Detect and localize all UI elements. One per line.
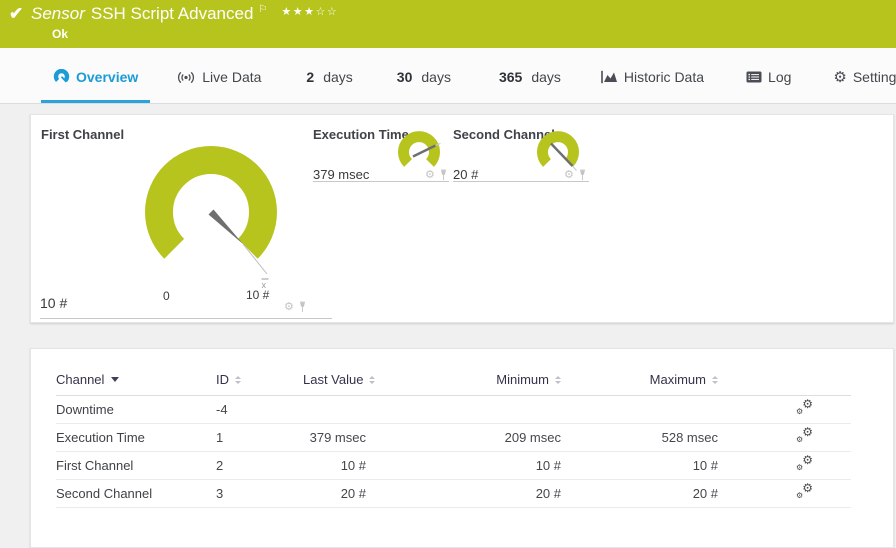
gear-icon[interactable]: ⚙ xyxy=(425,170,435,181)
first-channel-gauge: x xyxy=(145,146,277,290)
channel-maximum: 528 msec xyxy=(561,423,718,452)
tab-historic-data[interactable]: Historic Data xyxy=(589,48,716,103)
gauge-value: 10 # xyxy=(40,295,68,311)
gauge-scale-min: 0 xyxy=(163,289,170,303)
channel-id: 2 xyxy=(216,451,303,480)
area-chart-icon xyxy=(601,70,617,84)
tab-number: 2 xyxy=(306,69,315,85)
pin-icon[interactable] xyxy=(439,169,448,181)
tab-365-days[interactable]: 365 days xyxy=(487,48,573,103)
gauges-panel: First Channel x 0 10 # 10 # ⚙ Execution … xyxy=(30,114,894,323)
sort-icon xyxy=(712,375,718,384)
channel-name: Execution Time xyxy=(56,423,216,452)
gauge-tile-actions: ⚙ xyxy=(425,169,448,181)
gear-icon: ⚙ xyxy=(833,68,847,86)
channel-minimum: 209 msec xyxy=(366,423,561,452)
gear-icon[interactable]: ⚙ xyxy=(284,302,294,313)
channels-panel: Channel ID Last Value Minimum Maximum Do… xyxy=(30,348,894,548)
gauge-value: 379 msec xyxy=(313,167,370,182)
channel-id: -4 xyxy=(216,395,303,424)
channel-minimum: 10 # xyxy=(366,451,561,480)
tab-label: Overview xyxy=(76,69,139,85)
tab-label: Settings xyxy=(852,69,896,85)
table-row-first-channel: First Channel 2 10 # 10 # 10 # ⚙ ⚙ xyxy=(56,451,851,480)
flag-icon: ⚐ xyxy=(258,4,268,15)
tab-live-data[interactable]: Live Data xyxy=(164,48,273,103)
tab-2-days[interactable]: 2 days xyxy=(294,48,364,103)
sensor-header: ✔ Sensor SSH Script Advanced ⚐ ★★★☆☆ Ok xyxy=(0,0,896,48)
column-header-last-value[interactable]: Last Value xyxy=(303,363,376,396)
gauge-tile-actions: ⚙ xyxy=(284,301,307,313)
tab-number: 365 xyxy=(498,69,523,85)
channel-minimum: 20 # xyxy=(366,479,561,508)
tab-settings[interactable]: ⚙ Settings xyxy=(821,48,896,103)
tab-label: days xyxy=(323,69,353,85)
tab-label: Historic Data xyxy=(623,69,705,85)
channel-maximum xyxy=(561,395,718,424)
tab-bar: Overview Live Data 2 days 30 days 365 da… xyxy=(0,48,896,104)
sort-icon xyxy=(555,375,561,384)
table-row-second-channel: Second Channel 3 20 # 20 # 20 # ⚙ ⚙ xyxy=(56,479,851,508)
pin-icon[interactable] xyxy=(578,169,587,181)
channel-minimum xyxy=(366,395,561,424)
gauge-icon xyxy=(53,69,70,83)
tab-label: Log xyxy=(768,69,792,85)
channel-name: First Channel xyxy=(56,451,216,480)
column-header-channel[interactable]: Channel xyxy=(56,363,216,396)
column-header-maximum[interactable]: Maximum xyxy=(561,363,718,396)
channel-last-value: 20 # xyxy=(303,479,366,508)
channel-settings-icon[interactable]: ⚙ ⚙ xyxy=(796,398,813,416)
status-ok-check-icon: ✔ xyxy=(9,4,24,23)
tab-label: days xyxy=(421,69,451,85)
sensor-kind-label: Sensor xyxy=(31,4,85,23)
channel-settings-icon[interactable]: ⚙ ⚙ xyxy=(796,482,813,500)
channels-table: Channel ID Last Value Minimum Maximum Do… xyxy=(56,363,851,508)
tab-number: 30 xyxy=(396,69,413,85)
table-row-downtime: Downtime -4 ⚙ ⚙ xyxy=(56,395,851,424)
channel-last-value xyxy=(303,395,366,424)
column-header-actions xyxy=(718,363,851,396)
gear-icon[interactable]: ⚙ xyxy=(564,170,574,181)
tab-label: Live Data xyxy=(202,69,262,85)
channel-last-value: 10 # xyxy=(303,451,366,480)
column-header-minimum[interactable]: Minimum xyxy=(366,363,561,396)
sensor-name: SSH Script Advanced xyxy=(90,4,254,23)
sort-icon xyxy=(369,375,376,384)
tile-divider xyxy=(313,181,449,182)
gauge-title: Execution Time xyxy=(313,127,409,142)
channel-settings-icon[interactable]: ⚙ ⚙ xyxy=(796,454,813,472)
gauge-value: 20 # xyxy=(453,167,479,182)
tab-label: days xyxy=(531,69,561,85)
sensor-title: Sensor SSH Script Advanced ⚐ ★★★☆☆ xyxy=(31,4,338,24)
tile-divider xyxy=(40,318,332,319)
tile-divider xyxy=(453,181,589,182)
tab-30-days[interactable]: 30 days xyxy=(385,48,463,103)
broadcast-icon xyxy=(178,71,195,83)
gauge-title: First Channel xyxy=(41,127,125,142)
channel-id: 3 xyxy=(216,479,303,508)
sort-desc-icon xyxy=(111,376,120,382)
channel-maximum: 20 # xyxy=(561,479,718,508)
status-badge: Ok xyxy=(52,27,69,41)
priority-stars[interactable]: ★★★☆☆ xyxy=(281,6,338,18)
sort-icon xyxy=(235,375,241,384)
channel-id: 1 xyxy=(216,423,303,452)
channel-maximum: 10 # xyxy=(561,451,718,480)
tab-overview[interactable]: Overview xyxy=(41,48,151,103)
table-header-row: Channel ID Last Value Minimum Maximum xyxy=(56,363,851,396)
gauge-tile-actions: ⚙ xyxy=(564,169,587,181)
channel-last-value: 379 msec xyxy=(303,423,366,452)
channel-name: Downtime xyxy=(56,395,216,424)
channel-settings-icon[interactable]: ⚙ ⚙ xyxy=(796,426,813,444)
column-header-id[interactable]: ID xyxy=(216,363,303,396)
channel-name: Second Channel xyxy=(56,479,216,508)
gauge-scale-max: 10 # xyxy=(246,288,270,302)
tab-log[interactable]: Log xyxy=(734,48,803,103)
pin-icon[interactable] xyxy=(298,301,307,313)
table-row-execution-time: Execution Time 1 379 msec 209 msec 528 m… xyxy=(56,423,851,452)
log-list-icon xyxy=(746,71,762,83)
